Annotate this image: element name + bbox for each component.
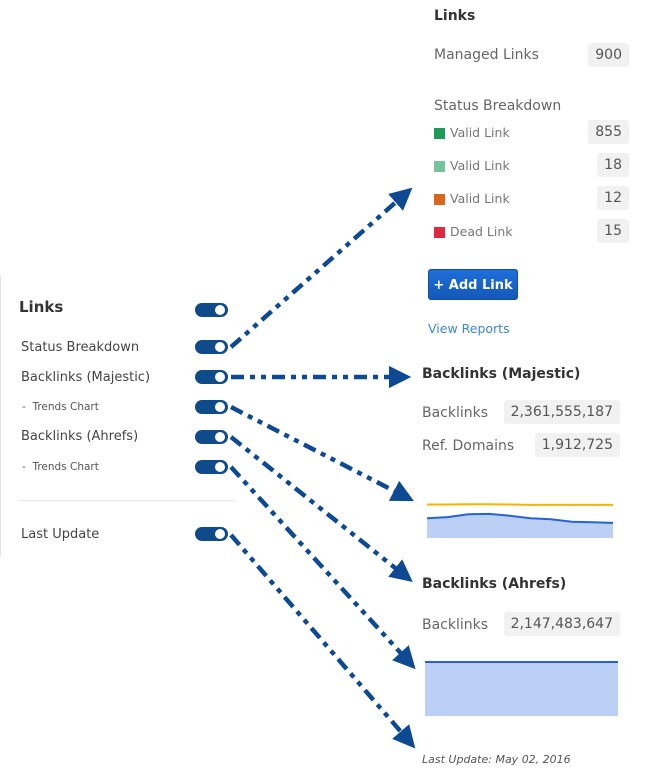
connector-arrows: [229, 187, 416, 749]
arrow-ahrefs-trends: [229, 465, 416, 670]
arrow-majestic-trends: [229, 404, 415, 502]
arrow-status-breakdown: [229, 187, 413, 349]
arrow-backlinks-ahrefs: [229, 435, 413, 583]
